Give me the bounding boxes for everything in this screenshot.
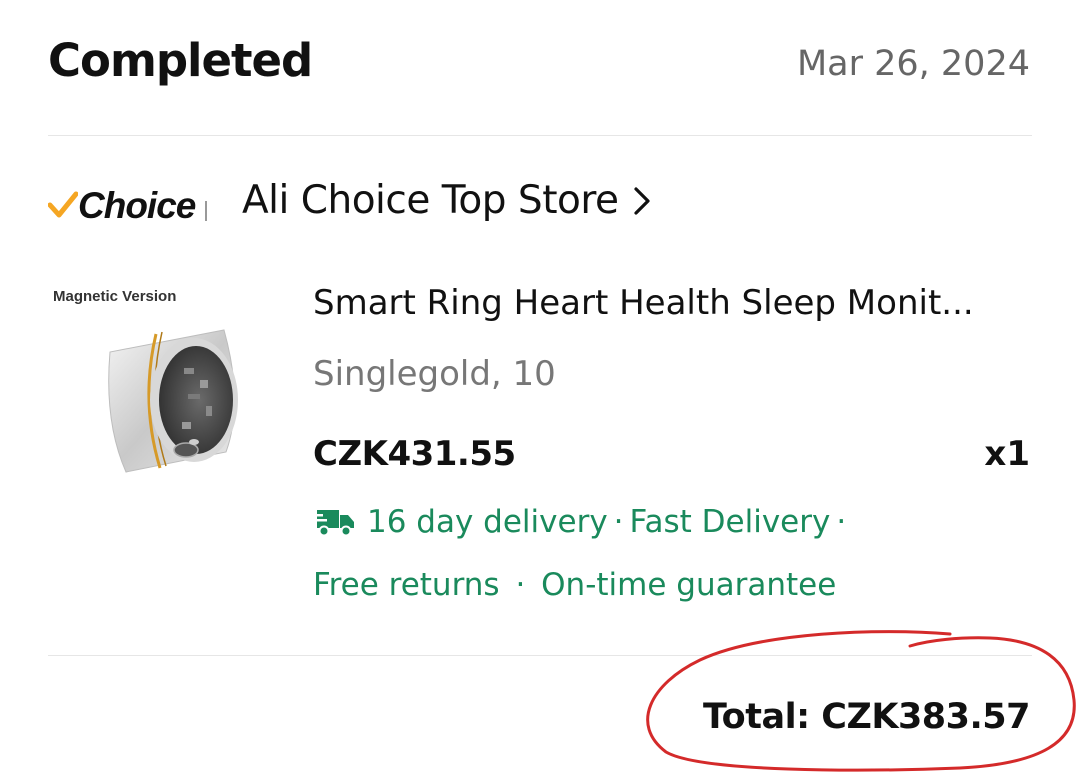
product-image[interactable]: Magnetic Version: [48, 282, 258, 492]
product-price: CZK431.55: [313, 434, 516, 474]
order-status: Completed: [48, 34, 313, 87]
divider-top: [48, 135, 1032, 136]
delivery-info: 16 day delivery · Fast Delivery ·: [313, 504, 852, 540]
chevron-right-icon: [633, 186, 650, 215]
fast-delivery-label: Fast Delivery: [629, 504, 831, 540]
on-time-guarantee-label: On-time guarantee: [541, 567, 837, 603]
smart-ring-image: [108, 329, 238, 473]
product-quantity: x1: [984, 434, 1030, 474]
delivery-days: 16 day delivery: [367, 504, 608, 540]
free-returns-label: Free returns: [313, 567, 500, 603]
divider-bottom: [48, 655, 1032, 656]
store-link[interactable]: Ali Choice Top Store: [242, 178, 653, 223]
choice-badge: Choice: [48, 183, 208, 229]
product-variant: Singlegold, 10: [313, 354, 556, 394]
order-date: Mar 26, 2024: [796, 44, 1030, 84]
store-name: Ali Choice Top Store: [242, 178, 619, 223]
product-image-caption: Magnetic Version: [53, 288, 177, 305]
badge-separator: [205, 201, 208, 221]
choice-badge-label: Choice: [78, 185, 196, 226]
guarantee-info: Free returns · On-time guarantee: [313, 567, 836, 603]
truck-icon: [313, 510, 354, 537]
order-total: Total: CZK383.57: [702, 697, 1031, 737]
separator-dot: ·: [515, 567, 526, 603]
separator-dot: ·: [836, 504, 847, 540]
product-title[interactable]: Smart Ring Heart Health Sleep Monit...: [313, 283, 1033, 323]
checkmark-icon: [48, 191, 78, 218]
separator-dot: ·: [613, 504, 624, 540]
